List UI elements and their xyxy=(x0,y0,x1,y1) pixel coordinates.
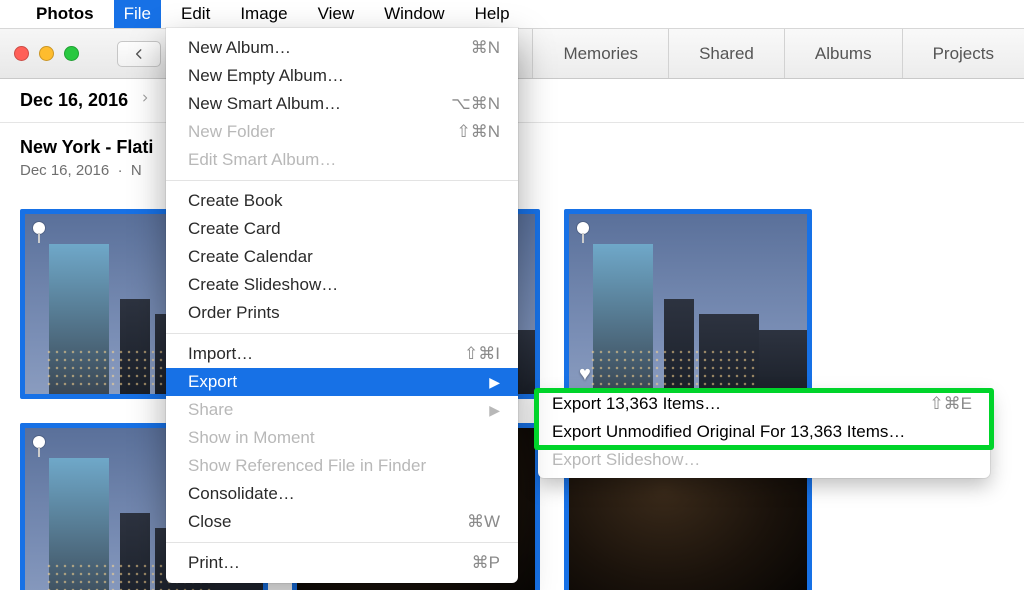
menu-item-label: New Empty Album… xyxy=(188,66,344,86)
system-menubar: Photos File Edit Image View Window Help xyxy=(0,0,1024,28)
traffic-lights xyxy=(14,46,79,61)
menu-item-create-slideshow[interactable]: Create Slideshow… xyxy=(166,271,518,299)
menu-item-create-card[interactable]: Create Card xyxy=(166,215,518,243)
menu-item-import[interactable]: Import… ⇧⌘I xyxy=(166,340,518,368)
keyboard-shortcut: ⇧⌘E xyxy=(929,394,972,414)
menu-item-label: Export xyxy=(188,372,237,392)
menu-item-new-empty-album[interactable]: New Empty Album… xyxy=(166,62,518,90)
submenu-item-label: Export Unmodified Original For 13,363 It… xyxy=(552,422,905,442)
tab-projects[interactable]: Projects xyxy=(902,29,1024,78)
submenu-item-export-13-363-items[interactable]: Export 13,363 Items… ⇧⌘E xyxy=(538,390,990,418)
keyboard-shortcut: ⌘W xyxy=(467,512,500,532)
tab-memories[interactable]: Memories xyxy=(532,29,668,78)
menu-item-label: Create Book xyxy=(188,191,283,211)
favorite-heart-icon: ♥ xyxy=(579,363,591,386)
menu-item-share: Share ▶ xyxy=(166,396,518,424)
menu-item-show-referenced-file-in-finder: Show Referenced File in Finder xyxy=(166,452,518,480)
chevron-left-icon xyxy=(132,47,146,61)
menu-item-label: Share xyxy=(188,400,233,420)
menu-item-label: New Folder xyxy=(188,122,275,142)
view-tabs: Memories Shared Albums Projects xyxy=(532,29,1024,78)
menu-item-export[interactable]: Export ▶ xyxy=(166,368,518,396)
keyboard-shortcut: ⌘N xyxy=(471,38,500,58)
menu-separator xyxy=(166,333,518,334)
tab-albums[interactable]: Albums xyxy=(784,29,902,78)
export-submenu[interactable]: Export 13,363 Items… ⇧⌘E Export Unmodified… xyxy=(538,390,990,478)
menu-image[interactable]: Image xyxy=(230,0,297,28)
album-subtitle-date: Dec 16, 2016 xyxy=(20,162,109,179)
menu-item-label: Consolidate… xyxy=(188,484,295,504)
keyboard-shortcut: ⌥⌘N xyxy=(451,94,500,114)
menu-item-close[interactable]: Close ⌘W xyxy=(166,508,518,536)
menu-item-consolidate[interactable]: Consolidate… xyxy=(166,480,518,508)
menu-item-print[interactable]: Print… ⌘P xyxy=(166,549,518,577)
menu-item-label: New Smart Album… xyxy=(188,94,341,114)
menu-item-create-calendar[interactable]: Create Calendar xyxy=(166,243,518,271)
keyboard-shortcut: ⌘P xyxy=(472,553,500,573)
menu-item-label: Import… xyxy=(188,344,253,364)
submenu-arrow-icon: ▶ xyxy=(489,374,500,391)
menu-item-new-album[interactable]: New Album… ⌘N xyxy=(166,34,518,62)
menu-edit[interactable]: Edit xyxy=(171,0,220,28)
menu-separator xyxy=(166,180,518,181)
submenu-item-export-slideshow: Export Slideshow… xyxy=(538,446,990,474)
file-menu-dropdown[interactable]: New Album… ⌘N New Empty Album… New Smart Al… xyxy=(166,28,518,583)
menu-item-new-smart-album[interactable]: New Smart Album… ⌥⌘N xyxy=(166,90,518,118)
location-pin-icon xyxy=(577,222,589,234)
menu-file[interactable]: File xyxy=(114,0,161,28)
menu-item-label: New Album… xyxy=(188,38,291,58)
keyboard-shortcut: ⇧⌘I xyxy=(464,344,500,364)
location-pin-icon xyxy=(33,222,45,234)
menu-item-label: Create Card xyxy=(188,219,281,239)
app-name[interactable]: Photos xyxy=(36,4,94,24)
back-button[interactable] xyxy=(117,41,161,67)
menu-item-edit-smart-album: Edit Smart Album… xyxy=(166,146,518,174)
menu-item-label: Print… xyxy=(188,553,240,573)
menu-item-show-in-moment: Show in Moment xyxy=(166,424,518,452)
submenu-item-export-unmodified-original-for-13-363-items[interactable]: Export Unmodified Original For 13,363 It… xyxy=(538,418,990,446)
zoom-window-button[interactable] xyxy=(64,46,79,61)
menu-view[interactable]: View xyxy=(308,0,365,28)
photo-thumbnail[interactable]: ♥ xyxy=(564,209,812,399)
menu-item-label: Order Prints xyxy=(188,303,280,323)
submenu-item-label: Export Slideshow… xyxy=(552,450,700,470)
menu-item-label: Show Referenced File in Finder xyxy=(188,456,426,476)
menu-separator xyxy=(166,542,518,543)
menu-item-label: Edit Smart Album… xyxy=(188,150,336,170)
close-window-button[interactable] xyxy=(14,46,29,61)
menu-item-order-prints[interactable]: Order Prints xyxy=(166,299,518,327)
menu-item-label: Create Calendar xyxy=(188,247,313,267)
chevron-right-icon xyxy=(140,91,150,110)
keyboard-shortcut: ⇧⌘N xyxy=(456,122,500,142)
album-subtitle-extra: N xyxy=(131,162,142,179)
menu-help[interactable]: Help xyxy=(465,0,520,28)
menu-item-label: Show in Moment xyxy=(188,428,315,448)
tab-shared[interactable]: Shared xyxy=(668,29,784,78)
submenu-item-label: Export 13,363 Items… xyxy=(552,394,721,414)
menu-item-label: Create Slideshow… xyxy=(188,275,338,295)
menu-item-label: Close xyxy=(188,512,231,532)
breadcrumb-date[interactable]: Dec 16, 2016 xyxy=(20,90,128,111)
menu-item-create-book[interactable]: Create Book xyxy=(166,187,518,215)
location-pin-icon xyxy=(33,436,45,448)
submenu-arrow-icon: ▶ xyxy=(489,402,500,419)
album-subtitle-sep: · xyxy=(118,162,123,179)
minimize-window-button[interactable] xyxy=(39,46,54,61)
menu-item-new-folder: New Folder ⇧⌘N xyxy=(166,118,518,146)
menu-window[interactable]: Window xyxy=(374,0,454,28)
